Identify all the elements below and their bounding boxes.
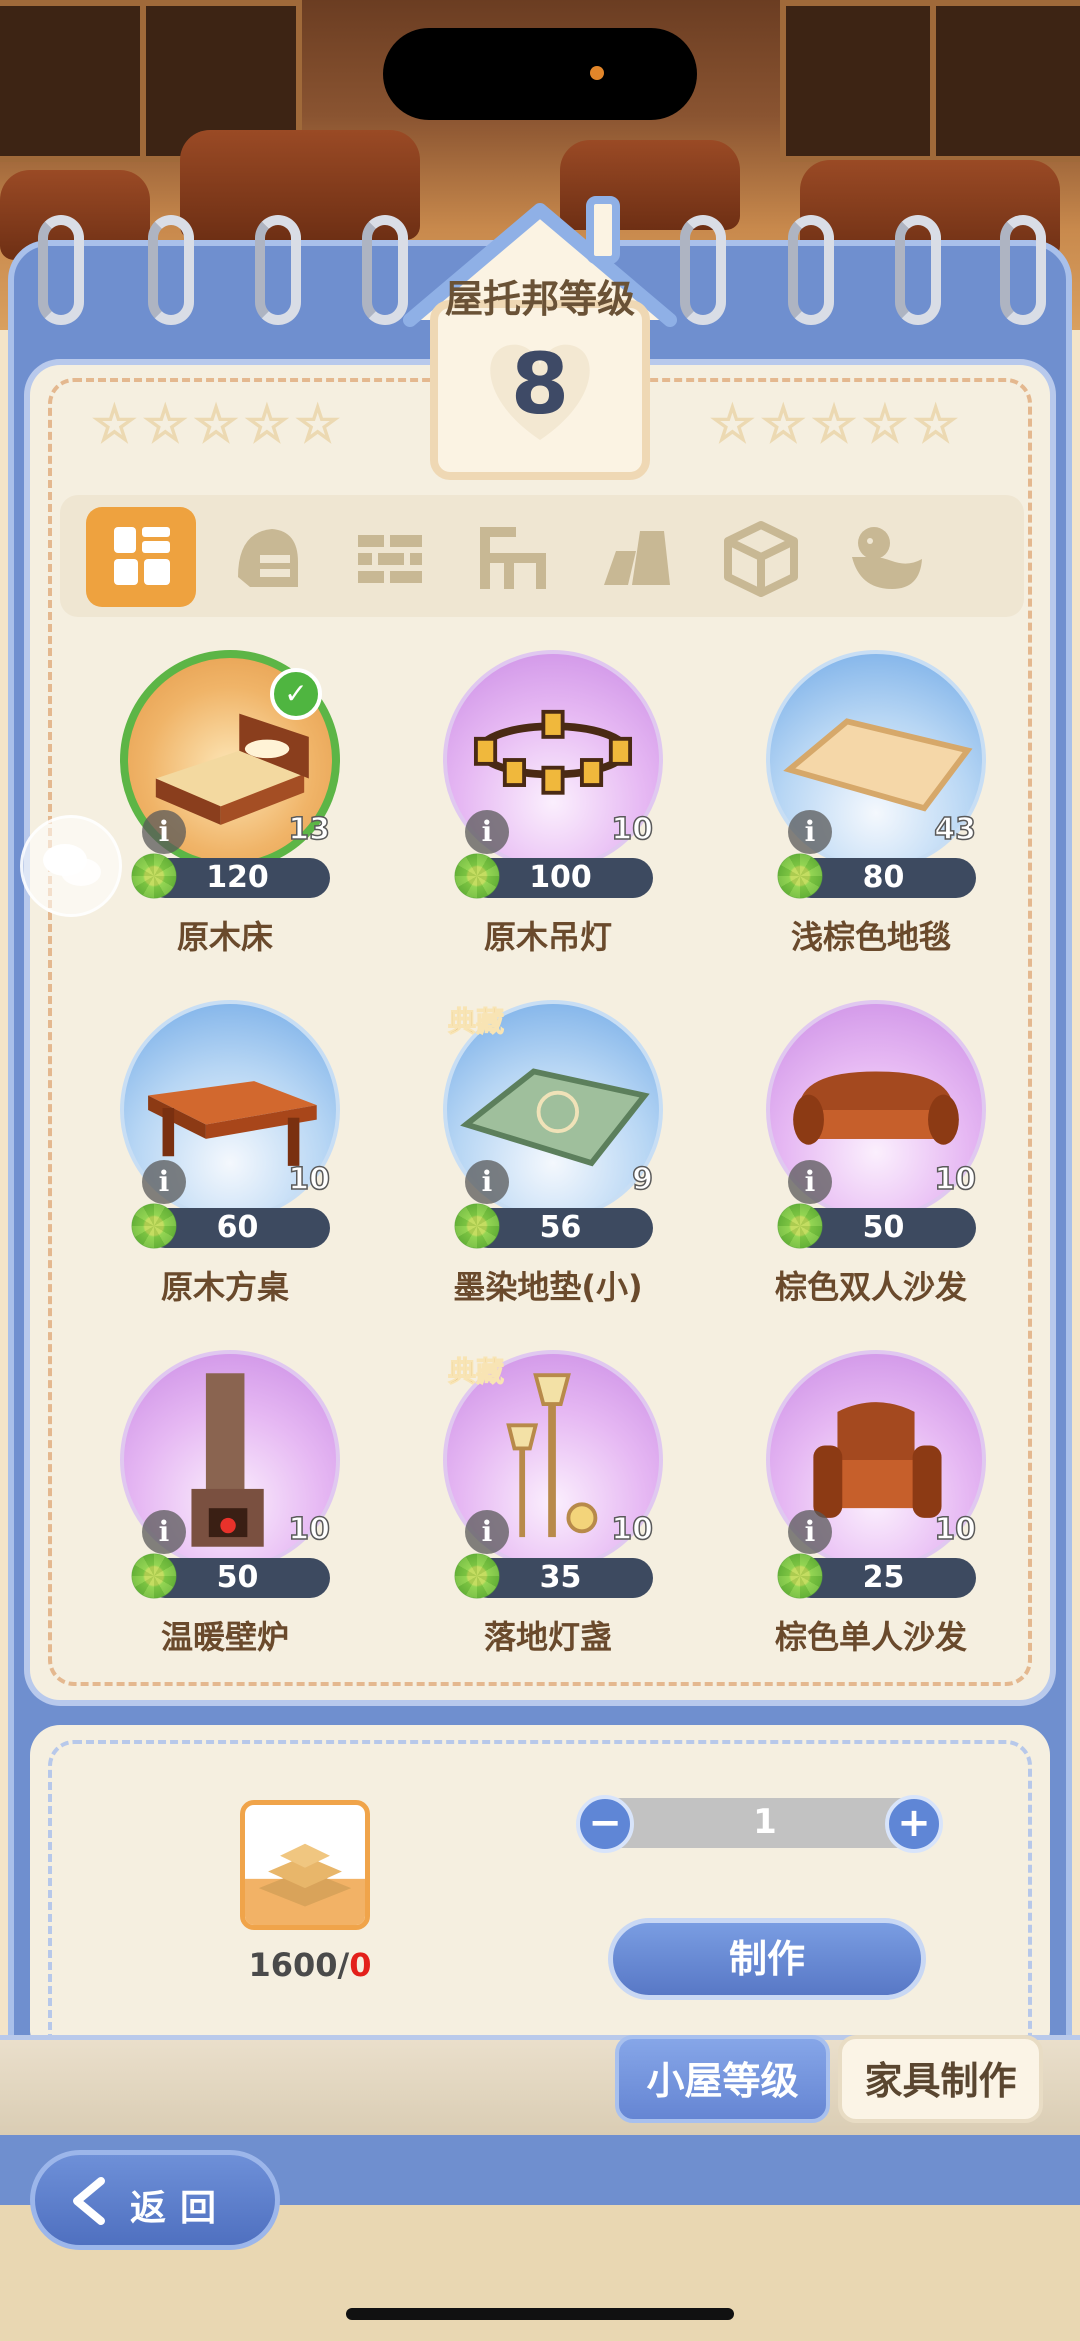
cube-icon [724, 521, 798, 597]
furniture-item[interactable]: i 43 80 浅棕色地毯 [746, 650, 996, 980]
tab-furniture[interactable] [458, 507, 568, 607]
owned-count: 13 [288, 811, 331, 848]
tab-house-level[interactable]: 小屋等级 [615, 2035, 830, 2123]
owned-count: 9 [631, 1161, 653, 1198]
info-icon[interactable]: i [142, 1160, 186, 1204]
item-name: 墨染地垫(小) [453, 1268, 643, 1306]
back-button[interactable]: 返回 [30, 2150, 280, 2250]
owned-count: 10 [934, 1511, 977, 1548]
furniture-item[interactable]: i 10 60 原木方桌 [100, 1000, 350, 1330]
material-owned: 0 [349, 1946, 372, 1984]
flower-currency-icon [774, 1550, 826, 1602]
info-icon[interactable]: i [788, 1510, 832, 1554]
owned-count: 10 [288, 1161, 331, 1198]
info-icon[interactable]: i [142, 810, 186, 854]
chat-button[interactable] [20, 815, 122, 917]
owned-count: 10 [611, 811, 654, 848]
increase-button[interactable]: + [885, 1795, 943, 1853]
info-icon[interactable]: i [465, 1510, 509, 1554]
item-name: 浅棕色地毯 [790, 918, 951, 956]
tab-walls[interactable] [334, 507, 444, 607]
camera-indicator [590, 66, 604, 80]
info-icon[interactable]: i [465, 1160, 509, 1204]
flower-currency-icon [774, 1200, 826, 1252]
furniture-item[interactable]: i 10 100 原木吊灯 [423, 650, 673, 980]
furniture-item[interactable]: i 10 50 棕色双人沙发 [746, 1000, 996, 1330]
stars-left: ☆☆☆☆☆ [91, 394, 347, 454]
wall-panel [0, 0, 152, 162]
flower-currency-icon [128, 1200, 180, 1252]
wall-panel [930, 0, 1080, 162]
item-name: 原木方桌 [160, 1268, 289, 1306]
chair-icon [480, 527, 546, 589]
home-indicator[interactable] [346, 2308, 734, 2320]
material-required: 1600 [248, 1946, 338, 1984]
flower-currency-icon [128, 1550, 180, 1602]
camera-notch [383, 28, 697, 120]
item-name: 原木吊灯 [483, 918, 612, 956]
tab-toys[interactable] [830, 507, 940, 607]
furniture-item[interactable]: i 10 25 棕色单人沙发 [746, 1350, 996, 1680]
info-icon[interactable]: i [142, 1510, 186, 1554]
make-button[interactable]: 制作 [608, 1918, 926, 2000]
decrease-button[interactable]: − [576, 1795, 634, 1853]
floor-icon [604, 531, 670, 585]
wood-material-slot[interactable] [240, 1800, 370, 1930]
owned-count: 10 [934, 1161, 977, 1198]
tab-boxes[interactable] [706, 507, 816, 607]
owned-count: 10 [288, 1511, 331, 1548]
tab-furniture-making[interactable]: 家具制作 [838, 2035, 1043, 2123]
selected-check-icon: ✓ [270, 668, 322, 720]
back-label: 返回 [130, 2188, 231, 2229]
info-icon[interactable]: i [465, 810, 509, 854]
flower-currency-icon [451, 850, 503, 902]
grid-icon [114, 527, 170, 585]
level-title: 屋托邦等级 [444, 277, 635, 321]
wall-icon [358, 535, 422, 583]
flower-currency-icon [451, 1200, 503, 1252]
collection-tag: 典藏 [447, 1005, 505, 1039]
chat-bubble-icon [43, 844, 101, 886]
furniture-item[interactable]: 典藏 i 9 56 墨染地垫(小) [423, 1000, 673, 1330]
wall-panel [780, 0, 942, 162]
owned-count: 43 [934, 811, 977, 848]
item-name: 温暖壁炉 [160, 1618, 289, 1656]
craft-panel-dashed-border [48, 1740, 1032, 2070]
furniture-item[interactable]: i 10 50 温暖壁炉 [100, 1350, 350, 1680]
tab-decor[interactable] [210, 507, 320, 607]
item-name: 棕色双人沙发 [774, 1268, 967, 1306]
stars-right: ☆☆☆☆☆ [709, 394, 965, 454]
tab-all[interactable] [86, 507, 196, 607]
wood-planks-icon [245, 1843, 365, 1925]
quantity-value: 1 [753, 1802, 777, 1842]
tab-floors[interactable] [582, 507, 692, 607]
furniture-item[interactable]: ✓ i 13 120 原木床 [100, 650, 350, 980]
info-icon[interactable]: i [788, 810, 832, 854]
item-name: 棕色单人沙发 [774, 1618, 967, 1656]
info-icon[interactable]: i [788, 1160, 832, 1204]
collection-tag: 典藏 [447, 1355, 505, 1389]
flower-currency-icon [451, 1550, 503, 1602]
item-name: 原木床 [176, 918, 273, 956]
helmet-icon [238, 529, 298, 587]
material-separator: / [337, 1946, 350, 1984]
back-arrow-icon [73, 2177, 105, 2225]
duck-icon [852, 527, 922, 589]
furniture-item[interactable]: 典藏 i 10 35 落地灯盏 [423, 1350, 673, 1680]
flower-currency-icon [128, 850, 180, 902]
item-name: 落地灯盏 [483, 1618, 612, 1656]
owned-count: 10 [611, 1511, 654, 1548]
material-count: 1600/0 [230, 1946, 390, 1984]
flower-currency-icon [774, 850, 826, 902]
